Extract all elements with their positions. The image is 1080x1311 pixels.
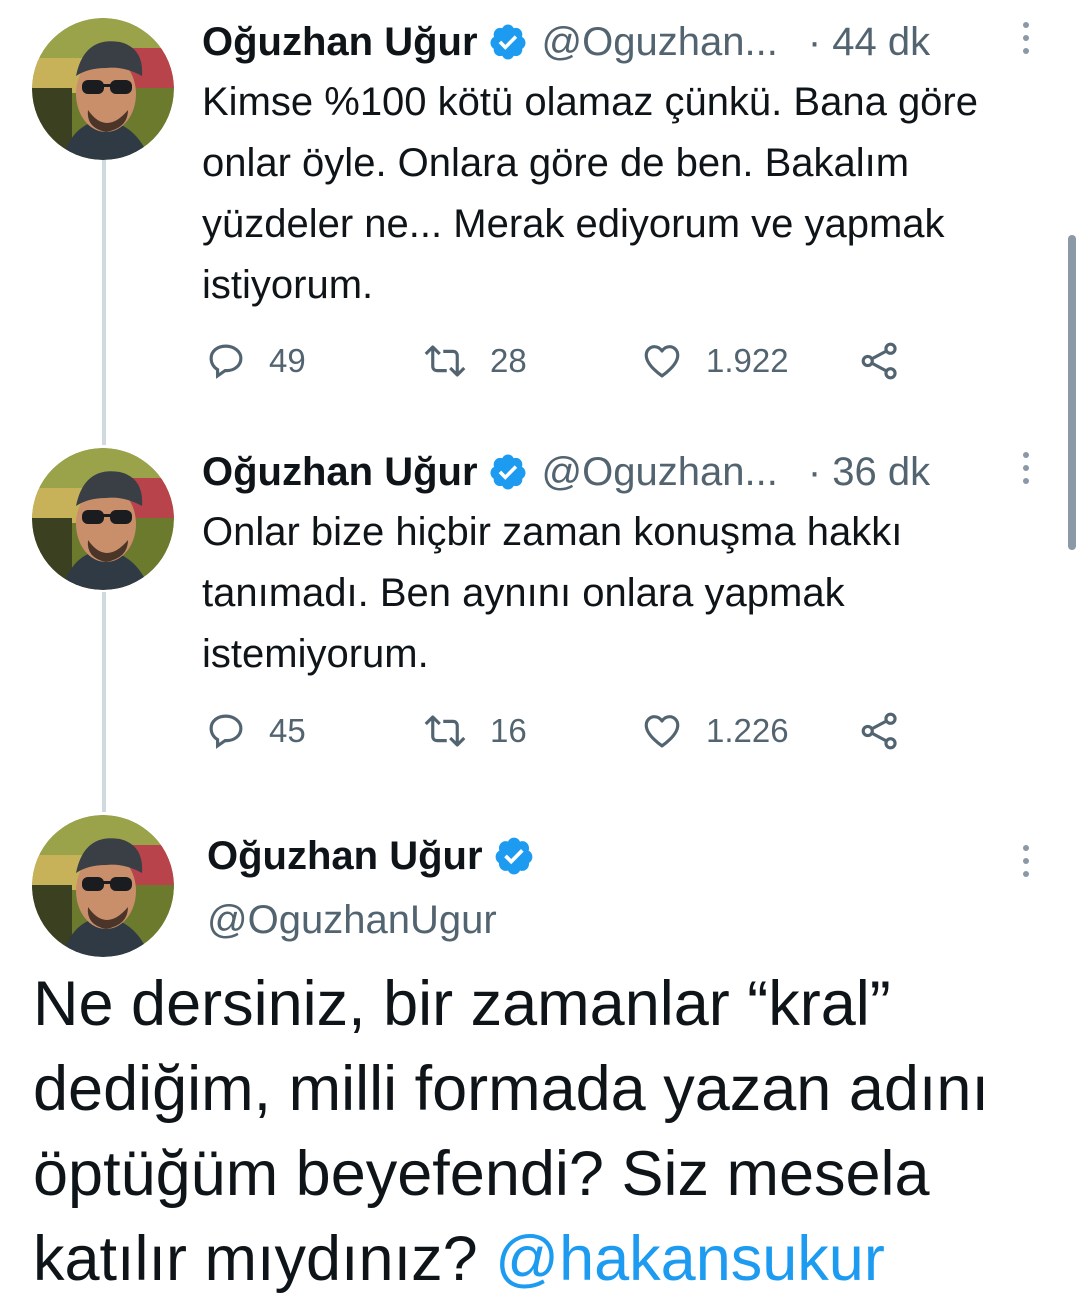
display-name[interactable]: Oğuzhan Uğur	[202, 18, 478, 66]
scrollbar[interactable]	[1068, 235, 1076, 550]
handle[interactable]: @Oguzhan...	[542, 18, 778, 66]
heart-icon	[644, 345, 680, 378]
timestamp[interactable]: · 36 dk	[808, 448, 930, 496]
verified-badge-icon	[488, 452, 528, 492]
retweet-count: 28	[490, 342, 527, 379]
share-icon	[861, 712, 897, 750]
share-button[interactable]	[858, 340, 902, 382]
like-button[interactable]: 1.922	[640, 340, 789, 382]
share-button[interactable]	[858, 710, 902, 752]
retweet-button[interactable]: 16	[422, 710, 527, 752]
tweet-text: Onlar bize hiçbir zaman konuşma hakkı ta…	[202, 510, 903, 676]
like-button[interactable]: 1.226	[640, 710, 789, 752]
verified-badge-icon	[488, 22, 528, 62]
like-count: 1.226	[706, 712, 789, 749]
retweet-icon	[424, 345, 466, 377]
reply-count: 45	[269, 712, 306, 749]
mention-link[interactable]: @hakansukur	[495, 1224, 885, 1294]
reply-count: 49	[269, 342, 306, 379]
share-icon	[861, 342, 897, 380]
timestamp[interactable]: · 44 dk	[808, 18, 930, 66]
more-icon[interactable]	[1022, 452, 1030, 484]
verified-badge-icon	[493, 835, 535, 877]
thread-line	[102, 592, 106, 812]
avatar[interactable]	[32, 18, 174, 160]
handle[interactable]: @OguzhanUgur	[207, 898, 497, 943]
reply-button[interactable]: 45	[205, 710, 306, 752]
thread-line	[102, 160, 106, 445]
tweet-text: Kimse %100 kötü olamaz çünkü. Bana göre …	[202, 80, 978, 307]
reply-button[interactable]: 49	[205, 340, 306, 382]
display-name[interactable]: Oğuzhan Uğur	[202, 448, 478, 496]
handle[interactable]: @Oguzhan...	[542, 448, 778, 496]
more-icon[interactable]	[1022, 22, 1030, 54]
reply-icon	[209, 344, 243, 379]
more-icon[interactable]	[1022, 845, 1030, 877]
reply-icon	[209, 714, 243, 749]
like-count: 1.922	[706, 342, 789, 379]
retweet-button[interactable]: 28	[422, 340, 527, 382]
tweet-header: Oğuzhan Uğur @Oguzhan... · 44 dk	[202, 18, 930, 66]
display-name[interactable]: Oğuzhan Uğur	[207, 832, 483, 880]
retweet-count: 16	[490, 712, 527, 749]
main-tweet-header: Oğuzhan Uğur	[207, 832, 535, 880]
avatar[interactable]	[32, 448, 174, 590]
heart-icon	[644, 715, 680, 748]
avatar[interactable]	[32, 815, 174, 957]
main-tweet-text: Ne dersiniz, bir zamanlar “kral” dediğim…	[33, 962, 1063, 1302]
retweet-icon	[424, 715, 466, 747]
tweet-header: Oğuzhan Uğur @Oguzhan... · 36 dk	[202, 448, 930, 496]
